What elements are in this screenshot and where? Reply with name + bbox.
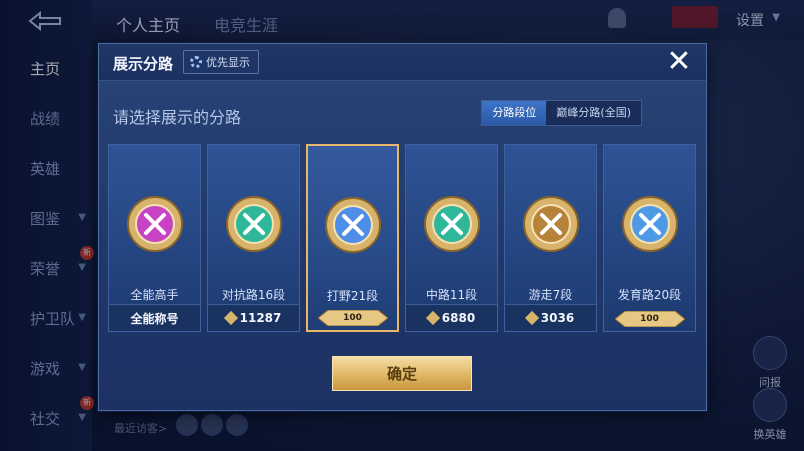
lane-card[interactable]: 对抗路16段 11287 [207,144,300,332]
power-score-icon [524,310,539,326]
power-score-icon [425,310,440,326]
lane-emblem-icon [324,197,381,253]
lane-card-name: 中路11段 [425,288,478,302]
priority-display-button[interactable]: 优先显示 [183,50,259,74]
lane-card-stat: 3036 [505,304,596,331]
power-score-icon [223,310,238,326]
rank-star-banner: 100 [317,310,388,326]
segment-peak-lane[interactable]: 巅峰分路(全国) [546,101,641,125]
rank-star-count: 100 [640,314,659,324]
title-label: 全能称号 [130,311,179,326]
lane-emblem-icon [126,196,183,252]
gear-icon [190,56,202,68]
lane-card-name: 游走7段 [528,288,573,302]
lane-emblem-icon [423,196,480,252]
power-score-value: 6880 [441,311,476,325]
lane-type-toggle: 分路段位 巅峰分路(全国) [481,100,642,126]
lane-card-stat: 全能称号 [109,304,200,331]
lane-card-list: 全能高手 全能称号 对抗路16段 11287 打野21段 100 中路11段 6880 游走7段… [108,144,698,334]
lane-card[interactable]: 打野21段 100 [306,144,399,332]
lane-card-name: 打野21段 [326,289,379,303]
lane-emblem-icon [621,196,678,252]
dialog-header: 展示分路 优先显示 ✕ [99,44,706,81]
lane-card-name: 发育路20段 [617,288,682,302]
lane-emblem-icon [225,196,282,252]
close-icon[interactable]: ✕ [664,47,694,78]
confirm-button[interactable]: 确定 [332,356,472,391]
rank-star-banner: 100 [614,311,685,327]
lane-card-stat: 11287 [208,304,299,331]
lane-card-stat: 6880 [406,304,497,331]
lane-card-name: 全能高手 [130,288,179,302]
priority-display-label: 优先显示 [206,56,250,69]
lane-emblem-icon [522,196,579,252]
lane-card-name: 对抗路16段 [221,288,286,302]
select-lane-prompt: 请选择展示的分路 [113,108,242,127]
lane-display-dialog: 展示分路 优先显示 ✕ 请选择展示的分路 分路段位 巅峰分路(全国) 全能高手全… [98,43,707,411]
power-score-value: 11287 [239,311,282,325]
lane-card[interactable]: 游走7段 3036 [504,144,597,332]
rank-star-count: 100 [343,313,362,323]
power-score-value: 3036 [540,311,575,325]
lane-card[interactable]: 全能高手 全能称号 [108,144,201,332]
lane-card[interactable]: 中路11段 6880 [405,144,498,332]
dialog-title: 展示分路 [113,55,174,73]
lane-card[interactable]: 发育路20段 100 [603,144,696,332]
segment-lane-rank[interactable]: 分路段位 [482,101,547,125]
